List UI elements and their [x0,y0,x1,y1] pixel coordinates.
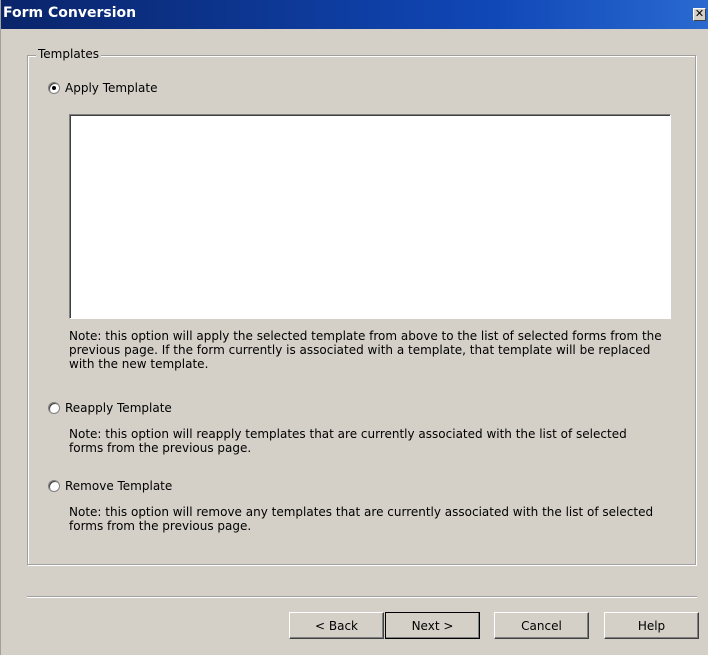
remove-template-note: Note: this option will remove any templa… [69,505,679,533]
help-button[interactable]: Help [604,612,699,639]
reapply-template-label: Reapply Template [65,401,172,415]
remove-note-line-2: forms from the previous page. [69,519,252,533]
apply-note-line-2: previous page. If the form currently is … [69,343,651,357]
apply-template-radio[interactable] [48,82,60,94]
reapply-note-line-1: Note: this option will reapply templates… [69,427,627,441]
form-conversion-dialog: Form Conversion ✕ Templates Apply Templa… [0,0,708,655]
next-button[interactable]: Next > [385,612,480,639]
remove-note-line-1: Note: this option will remove any templa… [69,505,654,519]
remove-template-label: Remove Template [65,479,173,493]
remove-template-radio[interactable] [48,480,60,492]
remove-template-option[interactable]: Remove Template [48,479,172,493]
reapply-note-line-2: forms from the previous page. [69,441,252,455]
close-icon[interactable]: ✕ [693,8,706,21]
reapply-template-option[interactable]: Reapply Template [48,401,172,415]
apply-template-label: Apply Template [65,81,158,95]
apply-note-line-3: with the new template. [69,357,209,371]
template-listbox[interactable] [69,114,671,319]
apply-note-line-1: Note: this option will apply the selecte… [69,329,662,343]
back-button[interactable]: < Back [289,612,384,639]
reapply-template-note: Note: this option will reapply templates… [69,427,679,455]
reapply-template-radio[interactable] [48,402,60,414]
window-title: Form Conversion [3,5,137,21]
title-bar[interactable]: Form Conversion ✕ [1,0,708,29]
templates-group-label: Templates [36,47,102,61]
footer-separator [27,596,697,598]
cancel-button[interactable]: Cancel [494,612,589,639]
apply-template-option[interactable]: Apply Template [48,81,157,95]
apply-template-note: Note: this option will apply the selecte… [69,329,679,371]
